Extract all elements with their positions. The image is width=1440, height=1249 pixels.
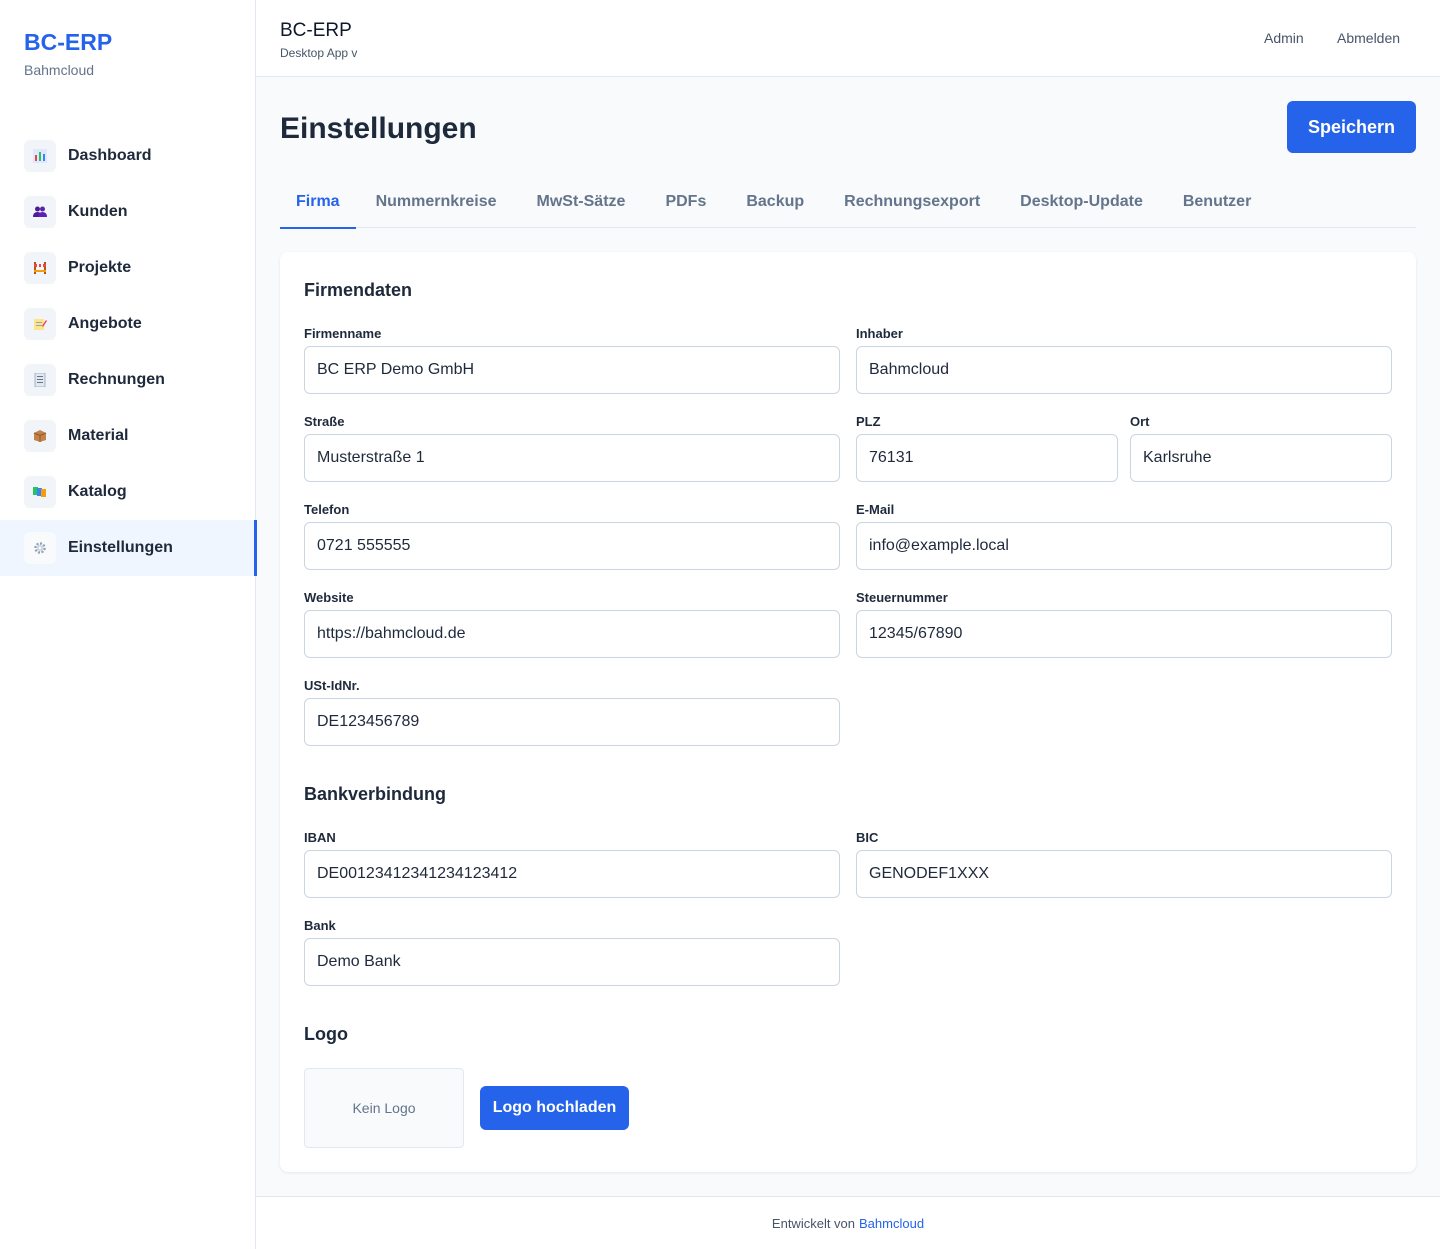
email-input[interactable]	[856, 522, 1392, 570]
email-label: E-Mail	[856, 502, 895, 517]
ustid-field: USt-IdNr.	[304, 678, 840, 746]
tab-pdfs[interactable]: PDFs	[645, 176, 726, 228]
sidebar-item-katalog[interactable]: Katalog	[0, 464, 256, 520]
tab-rechnungsexport[interactable]: Rechnungsexport	[824, 176, 1000, 228]
app-title: BC-ERP	[280, 20, 352, 41]
tab-benutzer[interactable]: Benutzer	[1163, 176, 1271, 228]
ustid-label: USt-IdNr.	[304, 678, 360, 693]
topbar: BC-ERP Desktop App v Admin Abmelden	[256, 0, 1440, 77]
sidebar-item-label: Kunden	[68, 203, 128, 220]
tab-firma[interactable]: Firma	[280, 176, 356, 229]
strasse-input[interactable]	[304, 434, 840, 482]
sidebar-item-label: Katalog	[68, 483, 127, 500]
ustid-input[interactable]	[304, 698, 840, 746]
logout-link[interactable]: Abmelden	[1337, 30, 1400, 46]
construction-icon	[24, 252, 56, 284]
brand: BC-ERP Bahmcloud	[24, 28, 112, 78]
iban-input[interactable]	[304, 850, 840, 898]
app-version: Desktop App v	[280, 46, 358, 60]
tab-nummernkreise[interactable]: Nummernkreise	[356, 176, 517, 228]
telefon-field: Telefon	[304, 502, 840, 570]
bic-label: BIC	[856, 830, 879, 845]
bank-input[interactable]	[304, 938, 840, 986]
settings-tabs: Firma Nummernkreise MwSt-Sätze PDFs Back…	[280, 176, 1416, 229]
inhaber-field: Inhaber	[856, 326, 1392, 394]
sidebar-item-kunden[interactable]: Kunden	[0, 184, 256, 240]
sidebar-item-rechnungen[interactable]: Rechnungen	[0, 352, 256, 408]
memo-icon	[24, 308, 56, 340]
sidebar-item-label: Material	[68, 427, 129, 444]
sidebar-item-projekte[interactable]: Projekte	[0, 240, 256, 296]
receipt-icon	[24, 364, 56, 396]
telefon-label: Telefon	[304, 502, 350, 517]
save-button[interactable]: Speichern	[1287, 101, 1416, 153]
section-title-firmendaten: Firmendaten	[304, 280, 413, 300]
section-title-logo: Logo	[304, 1024, 348, 1044]
sidebar-item-label: Angebote	[68, 315, 142, 332]
strasse-field: Straße	[304, 414, 840, 482]
plz-field: PLZ	[856, 414, 1118, 482]
steuernummer-label: Steuernummer	[856, 590, 948, 605]
iban-label: IBAN	[304, 830, 336, 845]
plz-input[interactable]	[856, 434, 1118, 482]
ort-label: Ort	[1130, 414, 1150, 429]
admin-link[interactable]: Admin	[1264, 30, 1304, 46]
bar-chart-icon	[24, 140, 56, 172]
steuernummer-input[interactable]	[856, 610, 1392, 658]
footer-text: Entwickelt von	[771, 1215, 856, 1231]
footer-link[interactable]: Bahmcloud	[859, 1216, 924, 1231]
email-field: E-Mail	[856, 502, 1392, 570]
ort-input[interactable]	[1130, 434, 1392, 482]
bic-input[interactable]	[856, 850, 1392, 898]
steuernummer-field: Steuernummer	[856, 590, 1392, 658]
sidebar-item-angebote[interactable]: Angebote	[0, 296, 256, 352]
sidebar-item-dashboard[interactable]: Dashboard	[0, 128, 256, 184]
website-label: Website	[304, 590, 354, 605]
strasse-label: Straße	[304, 414, 345, 429]
bic-field: BIC	[856, 830, 1392, 898]
bank-field: Bank	[304, 918, 840, 986]
inhaber-label: Inhaber	[856, 326, 903, 341]
tab-backup[interactable]: Backup	[726, 176, 824, 228]
page-title: Einstellungen	[280, 112, 477, 145]
iban-field: IBAN	[304, 830, 840, 898]
logo-preview: Kein Logo	[304, 1068, 464, 1148]
sidebar-item-label: Projekte	[68, 259, 132, 276]
section-title-bankverbindung: Bankverbindung	[304, 784, 447, 804]
firmenname-input[interactable]	[304, 346, 840, 394]
sidebar-item-label: Rechnungen	[68, 371, 165, 388]
ort-field: Ort	[1130, 414, 1392, 482]
website-field: Website	[304, 590, 840, 658]
sidebar-nav: Dashboard Kunden Projekte Angebote Rechn…	[0, 128, 257, 576]
telefon-input[interactable]	[304, 522, 840, 570]
sidebar-item-label: Einstellungen	[68, 539, 173, 556]
firmenname-field: Firmenname	[304, 326, 840, 394]
tab-desktop-update[interactable]: Desktop-Update	[1000, 176, 1163, 228]
plz-label: PLZ	[856, 414, 881, 429]
package-icon	[24, 420, 56, 452]
footer: Entwickelt von Bahmcloud	[256, 1196, 1440, 1249]
settings-card: Firmendaten Firmenname Inhaber Straße PL…	[280, 252, 1416, 1172]
sidebar-item-label: Dashboard	[68, 147, 152, 164]
gear-icon	[24, 532, 56, 564]
sidebar-item-einstellungen[interactable]: Einstellungen	[0, 520, 257, 576]
firmenname-label: Firmenname	[304, 326, 382, 341]
brand-subtitle: Bahmcloud	[24, 62, 95, 78]
people-icon	[24, 196, 56, 228]
upload-logo-button[interactable]: Logo hochladen	[480, 1086, 629, 1130]
website-input[interactable]	[304, 610, 840, 658]
brand-title[interactable]: BC-ERP	[24, 28, 112, 56]
sidebar-item-material[interactable]: Material	[0, 408, 256, 464]
tab-mwst-saetze[interactable]: MwSt-Sätze	[517, 176, 646, 228]
inhaber-input[interactable]	[856, 346, 1392, 394]
bank-label: Bank	[304, 918, 336, 933]
books-icon	[24, 476, 56, 508]
sidebar: BC-ERP Bahmcloud Dashboard Kunden Projek…	[0, 0, 257, 1249]
